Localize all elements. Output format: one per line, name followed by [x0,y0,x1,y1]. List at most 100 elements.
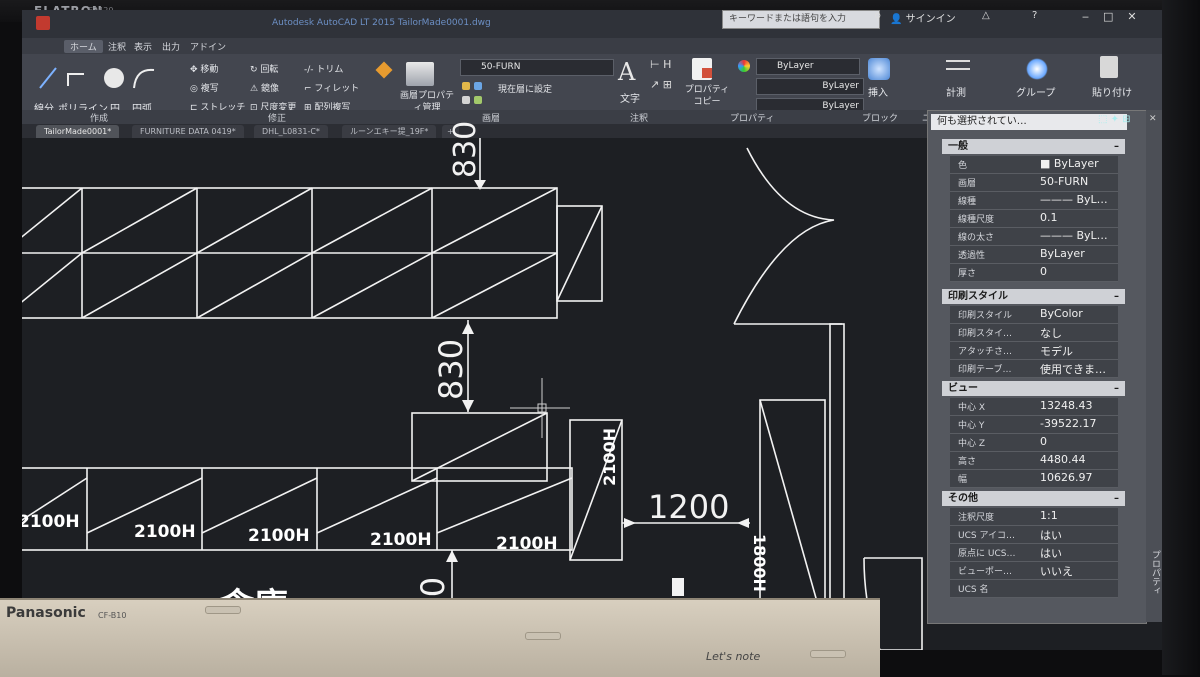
copy-label: 複写 [200,84,219,94]
group-icon[interactable] [1026,58,1048,80]
select-objects-icon[interactable]: ⬚ ✦ ⊞ [1098,114,1131,125]
window-controls[interactable]: ‒□✕ [1082,10,1151,23]
doc-tab-tailormade[interactable]: TailorMade0001* [36,125,120,138]
search-input[interactable]: キーワードまたは語句を入力 [722,10,880,29]
section-header[interactable]: 一般 – [942,139,1125,154]
match-properties-button[interactable]: プロパティコピー [682,84,732,108]
pencil-icon[interactable] [375,61,393,79]
collapse-icon[interactable]: – [1114,289,1119,304]
layer-tool-icons[interactable] [462,82,492,110]
clipboard-icon[interactable] [1100,56,1118,78]
app-menu-icon[interactable] [36,16,50,30]
leader-icon[interactable]: ↗ ⊞ [650,78,672,91]
make-current-button[interactable]: 現在層に設定 [498,82,552,95]
copy-button[interactable]: ◎ 複写 [190,81,219,94]
property-name: 中心 Y [958,421,985,431]
property-row[interactable]: 透過性 ByLayer [950,246,1118,264]
search-binoculars-icon[interactable]: ⚲ [874,12,881,23]
palette-side-label: プロパティ [1150,550,1160,595]
property-value: ByLayer [1040,247,1085,260]
property-row[interactable]: 高さ 4480.44 [950,452,1118,470]
property-row[interactable]: 中心 X 13248.43 [950,398,1118,416]
property-row[interactable]: 線種尺度 0.1 [950,210,1118,228]
section-title: その他 [948,493,978,504]
property-value: 13248.43 [1040,399,1093,412]
doc-tab-furniture[interactable]: FURNITURE DATA 0419* [132,125,244,138]
panel-title-block[interactable]: ブロック [862,111,898,124]
freeze-icon [474,82,482,90]
match-properties-icon[interactable] [692,58,712,80]
property-row[interactable]: ビューポー… いいえ [950,562,1118,580]
property-row[interactable]: アタッチさ… モデル [950,342,1118,360]
property-row[interactable]: UCS アイコ… はい [950,526,1118,544]
user-icon: 👤 [890,14,906,25]
tab-output[interactable]: 出力 [162,40,180,53]
dimension-icon[interactable]: ⊢ H [650,58,671,71]
property-value: ■ ByLayer [1040,157,1099,170]
mirror-button[interactable]: ⚠ 鏡像 [250,81,279,94]
group-button[interactable]: グループ [1016,84,1055,99]
polyline-icon [67,73,84,86]
property-row[interactable]: 画層 50-FURN [950,174,1118,192]
property-row[interactable]: 厚さ 0 [950,264,1118,282]
tab-addins[interactable]: アドイン [190,40,226,53]
section-header[interactable]: ビュー – [942,381,1125,396]
property-row[interactable]: 印刷スタイル ByColor [950,306,1118,324]
property-value: 使用できま… [1040,363,1106,376]
panel-title-properties[interactable]: プロパティ [730,111,774,124]
property-name: 印刷スタイル [958,311,1013,321]
fillet-button[interactable]: ⌐ フィレット [304,81,359,94]
doc-tab-dhl[interactable]: DHL_L0831-C* [254,125,328,138]
help-icon[interactable]: ? [1032,10,1037,21]
property-row[interactable]: 色 ■ ByLayer [950,156,1118,174]
layer-stack-icon[interactable] [406,62,434,86]
paste-button[interactable]: 貼り付け [1092,84,1132,99]
dim-1200: 1200 [648,488,730,526]
section-header[interactable]: 印刷スタイル – [942,289,1125,304]
property-row[interactable]: 原点に UCS… はい [950,544,1118,562]
collapse-icon[interactable]: – [1114,381,1119,396]
collapse-icon[interactable]: – [1114,491,1119,506]
dim-830-top: 830 [448,120,483,178]
panel-title-draw[interactable]: 作成 [90,111,108,124]
property-row[interactable]: 中心 Y -39522.17 [950,416,1118,434]
linetype-dropdown[interactable]: ByLayer [756,78,864,95]
layer-dropdown[interactable]: 50-FURN [460,59,614,76]
rotate-button[interactable]: ↻ 回転 [250,62,278,75]
property-row[interactable]: UCS 名 [950,580,1118,598]
property-row[interactable]: 印刷スタイ… なし [950,324,1118,342]
color-dropdown[interactable]: ByLayer [756,58,860,75]
move-button[interactable]: ✥ 移動 [190,62,218,75]
text-button[interactable]: 文字 [620,90,640,105]
measure-button[interactable]: 計測 [946,84,966,99]
property-row[interactable]: 中心 Z 0 [950,434,1118,452]
property-name: 中心 Z [958,439,986,449]
property-row[interactable]: 線の太さ ——— ByL… [950,228,1118,246]
dim-arrow [624,518,636,528]
tab-annotate[interactable]: 注釈 [108,40,126,53]
property-name: 線種 [958,197,977,207]
tab-home[interactable]: ホーム [64,40,103,53]
text-icon[interactable]: A [618,58,635,86]
panel-title-layer[interactable]: 画層 [482,111,500,124]
tab-view[interactable]: 表示 [134,40,152,53]
property-row[interactable]: 線種 ——— ByL… [950,192,1118,210]
panel-title-annotate[interactable]: 注釈 [630,111,648,124]
property-row[interactable]: 注釈尺度 1:1 [950,508,1118,526]
property-row[interactable]: 印刷テーブ… 使用できま… [950,360,1118,378]
panel-title-modify[interactable]: 修正 [268,111,286,124]
dim-arrow [462,400,474,412]
property-value: 10626.97 [1040,471,1093,484]
property-row[interactable]: 幅 10626.97 [950,470,1118,488]
collapse-icon[interactable]: – [1114,139,1119,154]
measure-icon[interactable] [946,60,970,70]
property-name: アタッチさ… [958,347,1013,357]
trim-button[interactable]: -/- トリム [304,62,343,75]
doc-tab-room[interactable]: ルーンエキー提_19F* [342,125,437,138]
insert-button[interactable]: 挿入 [868,84,888,99]
exchange-icon[interactable]: △ [982,10,990,21]
signin-button[interactable]: 👤 サインイン [890,10,956,25]
insert-block-icon[interactable] [868,58,890,80]
section-header[interactable]: その他 – [942,491,1125,506]
palette-close-icon[interactable]: ✕ [1149,114,1157,124]
